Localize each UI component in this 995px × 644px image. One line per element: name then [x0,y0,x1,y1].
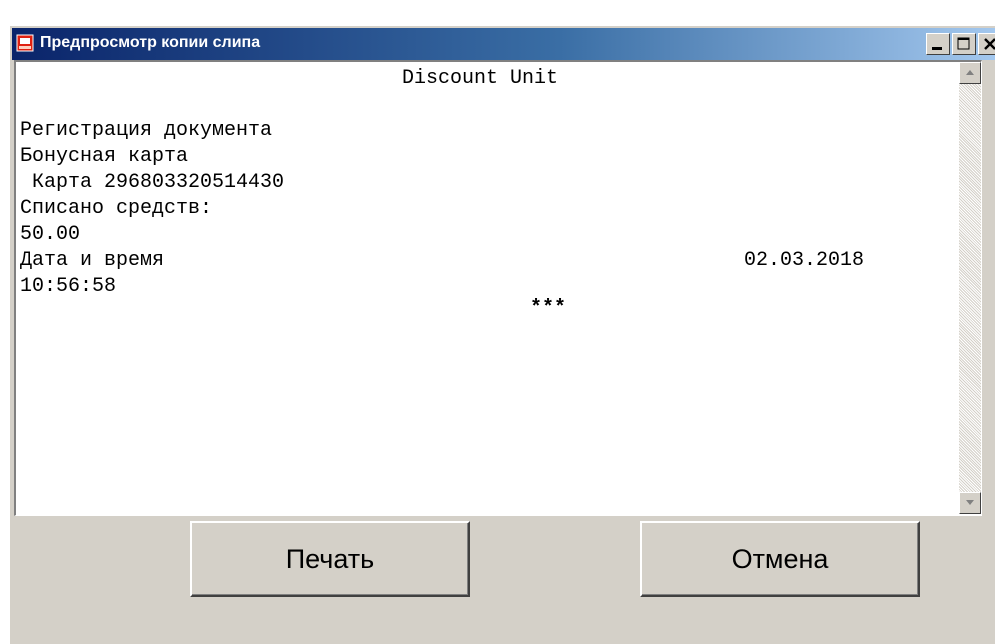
window-title: Предпросмотр копии слипа [40,34,261,51]
receipt-line: Списано средств: [20,197,213,220]
receipt-header: Discount Unit [401,67,559,90]
slip-preview-dialog: Предпросмотр копии слипа Discount Unit Р… [8,24,995,644]
maximize-button[interactable] [952,33,976,55]
minimize-button[interactable] [926,33,950,55]
receipt-line: Регистрация документа [20,119,273,142]
close-button[interactable] [978,33,995,55]
scroll-down-button[interactable] [959,492,981,514]
datetime-label: Дата и время [20,249,165,272]
vertical-scrollbar[interactable] [959,62,981,514]
printer-icon [16,34,34,52]
receipt-line: 50.00 [20,223,81,246]
slip-preview-area[interactable]: Discount Unit Регистрация документа Бону… [14,60,982,516]
maximize-icon [957,37,970,50]
close-icon [984,38,995,50]
scroll-up-button[interactable] [959,62,981,84]
receipt-footer: *** [530,297,567,320]
arrow-down-icon [966,500,974,505]
receipt-date: 02.03.2018 [743,249,864,272]
receipt-line: Бонусная карта [20,145,189,168]
minimize-icon [932,47,942,50]
datetime-row: Дата и время 02.03.2018 [20,248,940,274]
arrow-up-icon [966,70,974,75]
receipt-line: Карта 296803320514430 [20,171,285,194]
cancel-button[interactable]: Отмена [640,521,920,597]
title-bar[interactable]: Предпросмотр копии слипа [12,28,995,60]
receipt-content: Discount Unit Регистрация документа Бону… [20,66,940,322]
print-button[interactable]: Печать [190,521,470,597]
